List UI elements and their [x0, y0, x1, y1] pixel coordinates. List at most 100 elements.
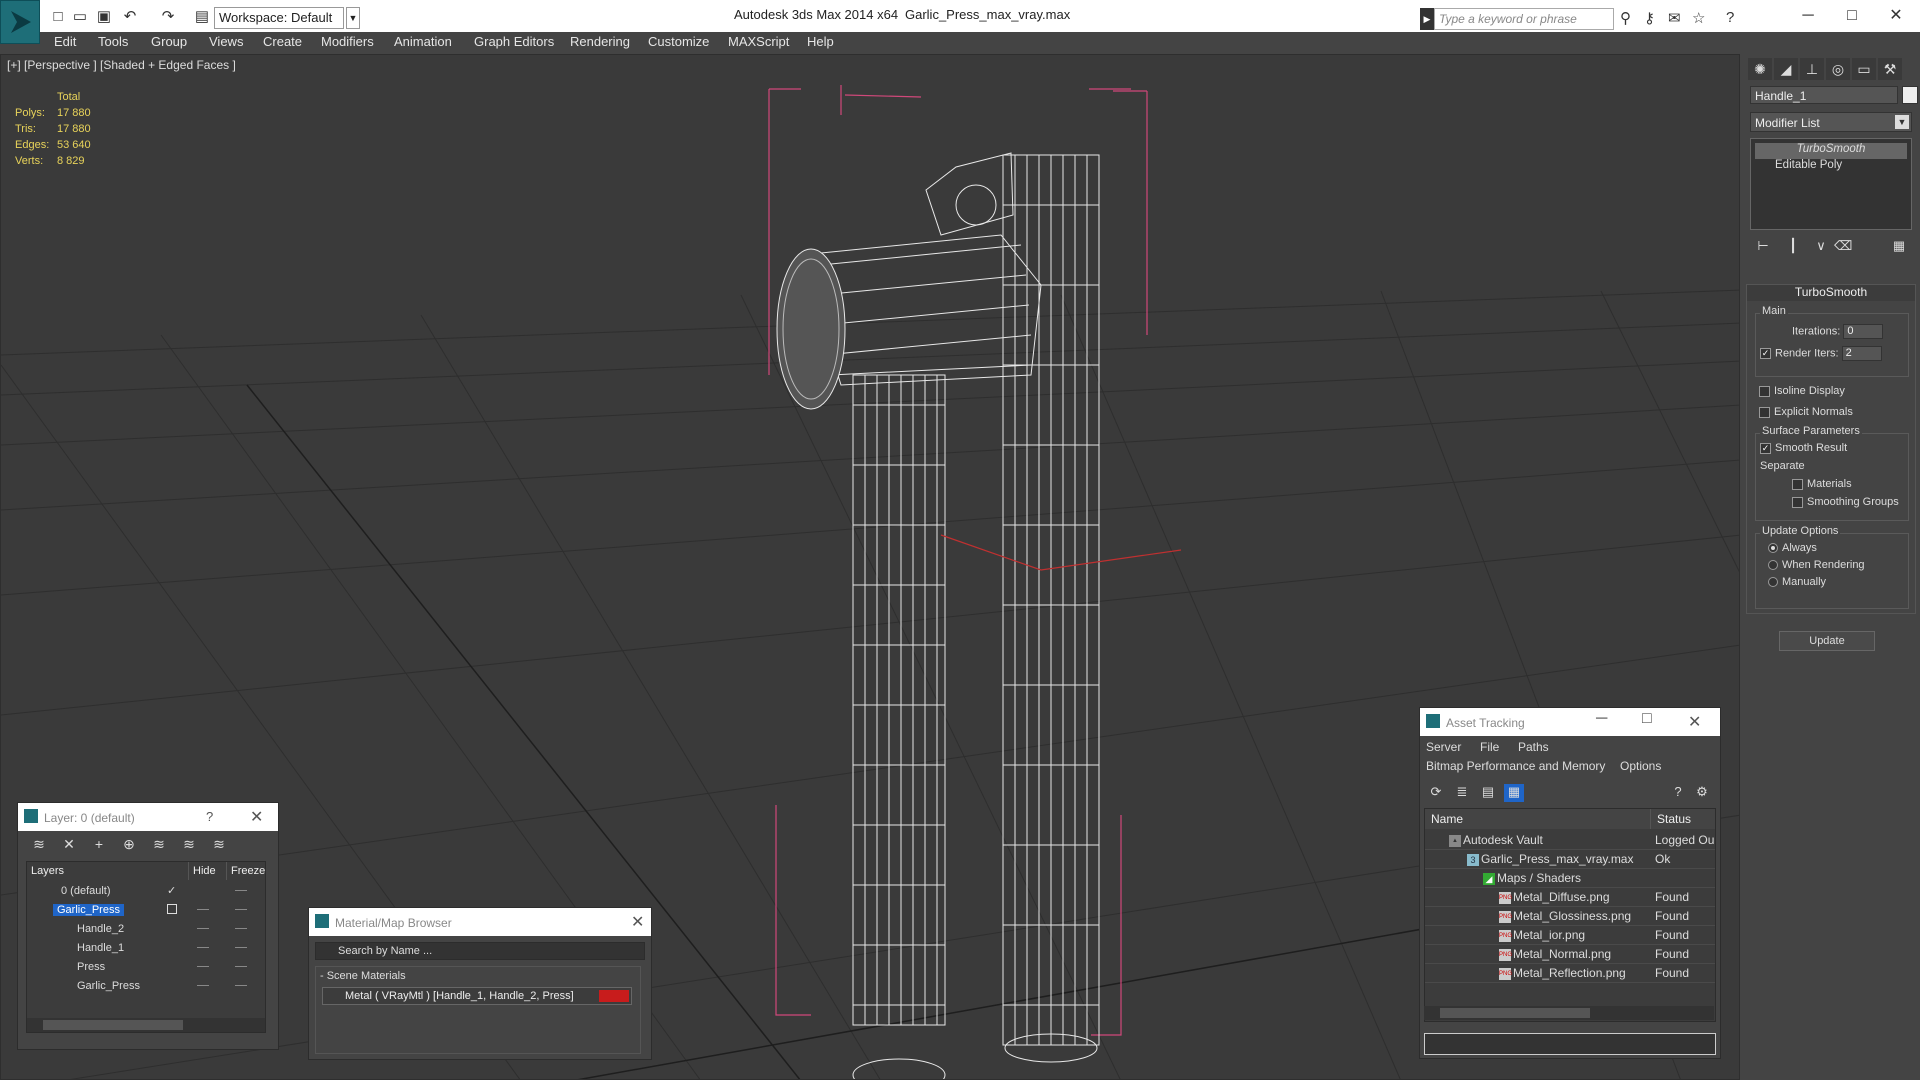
update-always-radio[interactable]: Always [1768, 542, 1817, 554]
project-folder-icon[interactable]: ▤ [194, 9, 210, 25]
menu-file[interactable]: File [1480, 740, 1499, 754]
menu-rendering[interactable]: Rendering [570, 34, 630, 49]
subscription-icon[interactable]: ⚷ [1644, 9, 1655, 27]
menu-views[interactable]: Views [209, 34, 243, 49]
viewport-label[interactable]: [+] [Perspective ] [Shaded + Edged Faces… [7, 58, 236, 72]
menu-tools[interactable]: Tools [98, 34, 128, 49]
modify-tab-icon[interactable]: ◢ [1774, 58, 1798, 80]
explicit-normals-checkbox[interactable]: Explicit Normals [1759, 406, 1853, 418]
binoculars-icon[interactable]: ⚲ [1620, 9, 1631, 27]
asset-tracking-titlebar[interactable]: Asset Tracking [1420, 708, 1720, 736]
display-tab-icon[interactable]: ▭ [1852, 58, 1876, 80]
close-icon[interactable]: ✕ [1688, 712, 1701, 732]
close-button[interactable]: ✕ [1876, 4, 1916, 28]
favorites-star-icon[interactable]: ☆ [1692, 9, 1705, 27]
horizontal-scrollbar[interactable] [1424, 1006, 1714, 1020]
close-icon[interactable]: ✕ [250, 807, 263, 827]
freeze-all-layers-icon[interactable]: ≋ [210, 836, 228, 854]
create-tab-icon[interactable]: ✺ [1748, 58, 1772, 80]
separate-smoothing-groups-checkbox[interactable]: Smoothing Groups [1792, 496, 1899, 508]
column-freeze[interactable]: Freeze [227, 862, 265, 880]
utilities-tab-icon[interactable]: ⚒ [1878, 58, 1902, 80]
help-icon[interactable]: ? [206, 809, 213, 824]
table-row[interactable]: ◢ Maps / Shaders [1425, 869, 1715, 888]
menu-create[interactable]: Create [263, 34, 302, 49]
column-status[interactable]: Status [1651, 809, 1715, 829]
new-file-icon[interactable]: □ [50, 9, 66, 25]
layer-row[interactable]: Handle_2 [27, 920, 265, 938]
remove-modifier-icon[interactable]: ⌫ [1834, 238, 1852, 256]
configure-sets-icon[interactable]: ▦ [1890, 238, 1908, 256]
make-unique-icon[interactable]: ∨ [1812, 238, 1830, 256]
table-row[interactable]: PNGMetal_Reflection.png Found [1425, 964, 1715, 983]
menu-modifiers[interactable]: Modifiers [321, 34, 374, 49]
menu-edit[interactable]: Edit [54, 34, 76, 49]
asset-path-field[interactable] [1424, 1033, 1716, 1055]
list-view-icon[interactable]: ≣ [1452, 784, 1472, 802]
save-icon[interactable]: ▣ [96, 9, 112, 25]
close-icon[interactable]: ✕ [631, 912, 644, 932]
material-browser-titlebar[interactable]: Material/Map Browser [309, 908, 651, 936]
table-row[interactable]: PNGMetal_ior.png Found [1425, 926, 1715, 945]
workspace-dropdown[interactable]: Workspace: Default [214, 7, 344, 29]
table-view-icon[interactable]: ▦ [1504, 784, 1524, 802]
scene-materials-header[interactable]: - Scene Materials [320, 970, 406, 982]
thumbnail-view-icon[interactable]: ▤ [1478, 784, 1498, 802]
refresh-icon[interactable]: ⟳ [1426, 784, 1446, 802]
show-end-result-icon[interactable]: ┃ [1784, 238, 1802, 256]
object-color-swatch[interactable] [1902, 86, 1918, 104]
horizontal-scrollbar[interactable] [27, 1018, 265, 1032]
stack-item-editable-poly[interactable]: Editable Poly [1755, 159, 1907, 175]
communication-icon[interactable]: ✉ [1668, 9, 1681, 27]
hide-all-layers-icon[interactable]: ≋ [180, 836, 198, 854]
app-logo-icon[interactable] [0, 0, 40, 44]
motion-tab-icon[interactable]: ◎ [1826, 58, 1850, 80]
layer-panel-titlebar[interactable]: Layer: 0 (default) [18, 803, 278, 831]
smooth-result-checkbox[interactable]: ✓ Smooth Result [1760, 442, 1847, 454]
separate-materials-checkbox[interactable]: Materials [1792, 478, 1852, 490]
menu-maxscript[interactable]: MAXScript [728, 34, 789, 49]
layer-row[interactable]: Garlic_Press [27, 977, 265, 995]
search-input[interactable]: Type a keyword or phrase [1434, 8, 1614, 30]
modifier-list-dropdown[interactable]: Modifier List ▼ [1750, 112, 1912, 132]
pin-stack-icon[interactable]: ⊢ [1754, 238, 1772, 256]
menu-help[interactable]: Help [807, 34, 834, 49]
menu-bitmap-performance[interactable]: Bitmap Performance and Memory [1426, 759, 1605, 773]
render-iters-spinner[interactable]: 2 [1841, 346, 1882, 361]
search-expand-icon[interactable]: ▶ [1420, 8, 1434, 30]
menu-options[interactable]: Options [1620, 759, 1661, 773]
menu-customize[interactable]: Customize [648, 34, 709, 49]
update-button[interactable]: Update [1779, 631, 1875, 651]
select-objects-icon[interactable]: ⊕ [120, 836, 138, 854]
object-name-input[interactable]: Handle_1 [1750, 86, 1898, 104]
table-row[interactable]: 3 Garlic_Press_max_vray.max Ok [1425, 850, 1715, 869]
maximize-button[interactable]: □ [1832, 4, 1872, 28]
help-icon[interactable]: ? [1668, 784, 1688, 802]
menu-graph-editors[interactable]: Graph Editors [474, 34, 554, 49]
settings-icon[interactable]: ⚙ [1692, 784, 1712, 802]
highlight-layer-icon[interactable]: ≋ [150, 836, 168, 854]
menu-animation[interactable]: Animation [394, 34, 452, 49]
column-hide[interactable]: Hide [189, 862, 227, 880]
table-row[interactable]: PNGMetal_Normal.png Found [1425, 945, 1715, 964]
isoline-display-checkbox[interactable]: Isoline Display [1759, 385, 1845, 397]
column-layers[interactable]: Layers [27, 862, 189, 880]
add-to-layer-icon[interactable]: + [90, 836, 108, 854]
stack-item-turbosmooth[interactable]: TurboSmooth [1755, 143, 1907, 159]
undo-icon[interactable]: ↶ [122, 9, 138, 25]
chevron-down-icon[interactable]: ▼ [1895, 115, 1909, 129]
menu-server[interactable]: Server [1426, 740, 1461, 754]
transform-gizmo[interactable] [940, 534, 1182, 571]
layer-row[interactable]: Handle_1 [27, 939, 265, 957]
material-search-input[interactable]: Search by Name ... [315, 942, 645, 960]
maximize-icon[interactable]: □ [1642, 710, 1652, 728]
layer-row[interactable]: Press [27, 958, 265, 976]
hierarchy-tab-icon[interactable]: ⊥ [1800, 58, 1824, 80]
table-row[interactable]: PNGMetal_Diffuse.png Found [1425, 888, 1715, 907]
layer-row[interactable]: Garlic_Press [27, 901, 265, 919]
minimize-icon[interactable]: ─ [1596, 710, 1607, 728]
table-row[interactable]: ▲ Autodesk Vault Logged Ou [1425, 831, 1715, 850]
open-file-icon[interactable]: ▭ [72, 9, 88, 25]
update-manually-radio[interactable]: Manually [1768, 576, 1826, 588]
update-when-rendering-radio[interactable]: When Rendering [1768, 559, 1865, 571]
